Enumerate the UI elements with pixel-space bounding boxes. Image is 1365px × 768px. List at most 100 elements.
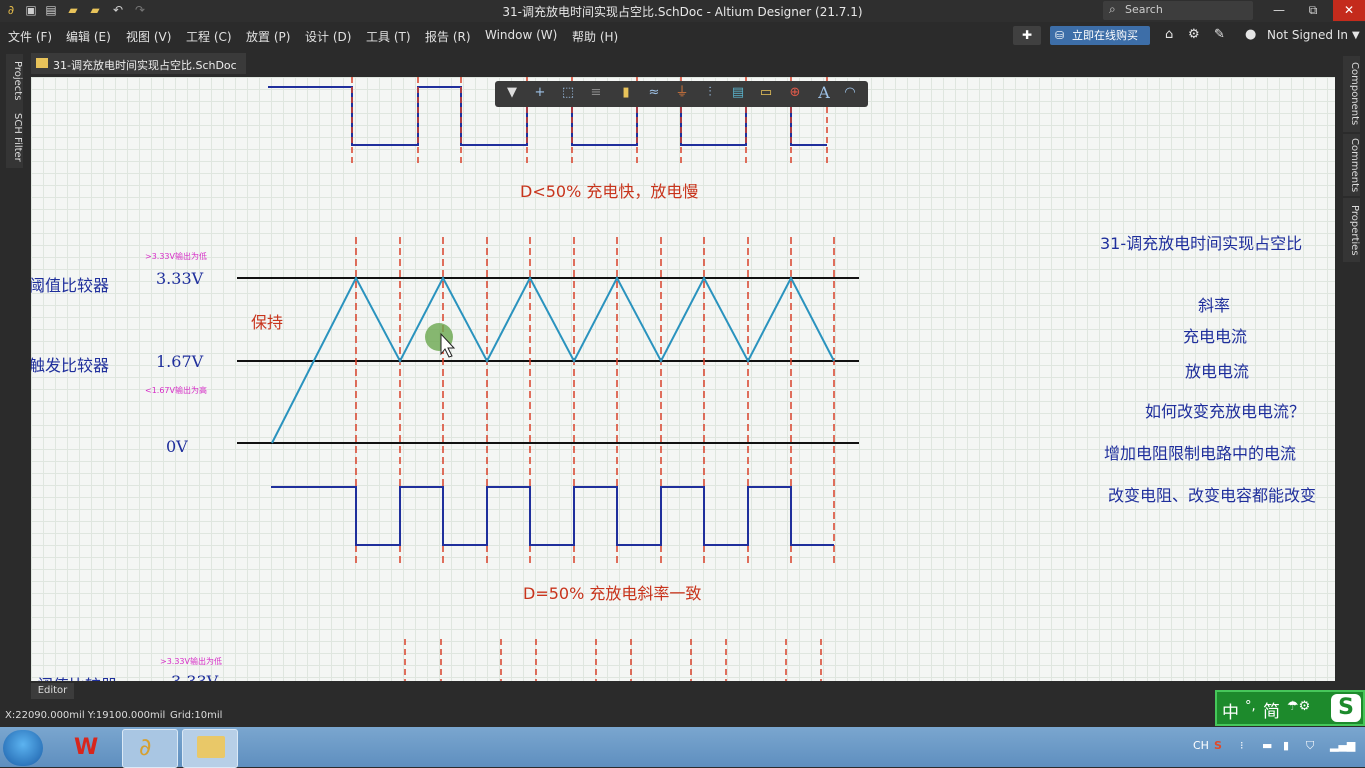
bottom-note: >3.33V输出为低: [160, 657, 222, 666]
editor-tab[interactable]: Editor: [31, 683, 74, 699]
document-tab[interactable]: 31-调充放电时间实现占空比.SchDoc: [31, 53, 246, 74]
cursor-coordinates: X:22090.000mil Y:19100.000mil: [5, 710, 166, 721]
panel-tab-comments[interactable]: Comments: [1343, 134, 1360, 196]
cart-icon: ⛁: [1055, 29, 1065, 42]
ground-icon[interactable]: ⏚: [673, 84, 691, 102]
menu-window[interactable]: Window (W): [485, 28, 557, 42]
port-icon[interactable]: ▭: [757, 84, 775, 102]
minimize-button[interactable]: —: [1262, 0, 1296, 21]
threshold-comparator-label: 阈值比较器: [31, 276, 110, 295]
chevron-down-icon[interactable]: ▼: [1352, 30, 1360, 41]
power-icon[interactable]: ⊕: [786, 84, 804, 102]
part-icon[interactable]: ▮: [617, 84, 635, 102]
bottom-threshold-label: 阈值比较器: [37, 672, 117, 681]
select-rect-icon[interactable]: ⬚: [559, 84, 577, 102]
bottom-threshold-voltage: 3.33V: [171, 672, 218, 681]
comment-icon[interactable]: ✚: [1013, 26, 1041, 45]
ime-tools-icon[interactable]: ☂⚙: [1287, 699, 1310, 714]
active-bar-toolbar: ▼ + ⬚ ≡ ▮ ≈ ⏚ ⫶ ▤ ▭ ⊕ A ◠: [495, 81, 868, 107]
menu-file[interactable]: 文件 (F): [8, 28, 52, 45]
left-panel-dock: Projects SCH Filter: [0, 48, 28, 708]
zero-voltage-label: 0V: [166, 437, 188, 456]
menu-place[interactable]: 放置 (P): [246, 28, 290, 45]
middle-dashed-markers: [355, 237, 835, 567]
search-placeholder: Search: [1125, 3, 1163, 16]
middle-square-wave: [271, 486, 834, 546]
panel-tab-sch-filter[interactable]: SCH Filter: [6, 106, 23, 168]
menu-help[interactable]: 帮助 (H): [572, 28, 618, 45]
tools-icon[interactable]: ✎: [1214, 27, 1225, 42]
start-button[interactable]: [3, 730, 43, 766]
hold-label: 保持: [251, 313, 284, 332]
text-icon[interactable]: A: [815, 84, 833, 102]
align-icon[interactable]: ≡: [587, 84, 605, 102]
gear-icon[interactable]: ⚙: [1188, 27, 1200, 42]
trigger-voltage-label: 1.67V: [156, 352, 204, 371]
close-button[interactable]: ✕: [1333, 0, 1365, 21]
user-status-label[interactable]: Not Signed In: [1267, 28, 1348, 42]
altium-logo-icon: ∂: [139, 733, 152, 761]
middle-duty-label: D=50% 充放电斜率一致: [523, 584, 702, 603]
note-slope: 斜率: [1198, 296, 1231, 315]
note-charge-current: 充电电流: [1183, 327, 1248, 346]
status-bar: X:22090.000mil Y:19100.000mil Grid:10mil: [0, 705, 1365, 727]
note-change-rc: 改变电阻、改变电容都能改变: [1108, 486, 1317, 505]
threshold-voltage-label: 3.33V: [156, 269, 204, 288]
schematic-canvas[interactable]: D<50% 充电快，放电慢 >3.33V输出为低 阈值比较器 3.33V 保持 …: [31, 77, 1335, 681]
keyboard-icon[interactable]: ▬: [1262, 739, 1272, 752]
arc-icon[interactable]: ◠: [841, 84, 859, 102]
ime-punct-icon[interactable]: °,: [1245, 699, 1256, 714]
user-icon[interactable]: ●: [1245, 27, 1256, 42]
right-panel-dock: Components Comments Properties: [1338, 48, 1365, 708]
menu-edit[interactable]: 编辑 (E): [66, 28, 111, 45]
threshold-note: >3.33V输出为低: [145, 252, 207, 261]
bus-icon[interactable]: ▤: [729, 84, 747, 102]
panel-tab-projects[interactable]: Projects: [6, 54, 23, 108]
search-icon: ⌕: [1109, 2, 1116, 16]
ime-mode-label[interactable]: 中: [1222, 698, 1239, 723]
net-label-icon[interactable]: ⫶: [701, 84, 719, 102]
note-question: 如何改变充放电电流？: [1145, 402, 1306, 421]
buy-online-label: 立即在线购买: [1072, 29, 1138, 42]
maximize-button[interactable]: ⧉: [1296, 0, 1330, 21]
title-bar: ∂ ▣ ▤ ▰ ▰ ↶ ↷ 31-调充放电时间实现占空比.SchDoc - Al…: [0, 0, 1365, 22]
ime-toolbar[interactable]: 中 °, 简 ☂⚙ S: [1215, 690, 1365, 726]
document-tab-label: 31-调充放电时间实现占空比.SchDoc: [53, 59, 237, 72]
language-indicator[interactable]: CH: [1193, 739, 1209, 752]
grid-size: Grid:10mil: [170, 710, 223, 721]
wire-icon[interactable]: ≈: [645, 84, 663, 102]
bottom-dashed-markers: [404, 639, 822, 681]
wps-taskbar-icon[interactable]: W: [64, 729, 118, 766]
sogou-logo-icon: S: [1331, 694, 1361, 722]
altium-taskbar-icon[interactable]: ∂: [122, 729, 178, 768]
schematic-doc-icon: [36, 58, 48, 68]
security-icon[interactable]: ⛉: [1306, 739, 1314, 753]
menu-view[interactable]: 视图 (V): [126, 28, 171, 45]
sogou-tray-icon[interactable]: S: [1214, 739, 1222, 752]
note-discharge-current: 放电电流: [1185, 362, 1250, 381]
buy-online-button[interactable]: ⛁ 立即在线购买: [1050, 26, 1150, 45]
folder-icon: [197, 736, 225, 758]
home-icon[interactable]: ⌂: [1165, 27, 1173, 42]
menu-project[interactable]: 工程 (C): [186, 28, 232, 45]
panel-tab-properties[interactable]: Properties: [1343, 198, 1360, 262]
ime-simplified-icon[interactable]: 简: [1263, 697, 1280, 722]
note-add-resistor: 增加电阻限制电路中的电流: [1104, 444, 1297, 463]
top-duty-label: D<50% 充电快，放电慢: [520, 182, 699, 201]
wps-logo-icon: W: [74, 735, 99, 760]
panel-tab-components[interactable]: Components: [1343, 56, 1360, 132]
trigger-note: <1.67V输出为高: [145, 386, 207, 395]
search-box[interactable]: ⌕ Search: [1103, 1, 1253, 20]
trigger-comparator-label: 触发比较器: [31, 356, 110, 375]
network-icon[interactable]: ▂▄▆: [1330, 739, 1355, 752]
menu-design[interactable]: 设计 (D): [305, 28, 351, 45]
menu-reports[interactable]: 报告 (R): [425, 28, 471, 45]
menu-tools[interactable]: 工具 (T): [366, 28, 411, 45]
note-title: 31-调充放电时间实现占空比: [1100, 234, 1303, 253]
tray-expand-icon[interactable]: ⁝: [1240, 739, 1244, 752]
device-icon[interactable]: ▮: [1283, 739, 1289, 752]
plus-icon[interactable]: +: [531, 84, 549, 102]
menu-bar: 文件 (F) 编辑 (E) 视图 (V) 工程 (C) 放置 (P) 设计 (D…: [0, 22, 1365, 48]
explorer-taskbar-icon[interactable]: [182, 729, 238, 768]
filter-icon[interactable]: ▼: [503, 84, 521, 102]
